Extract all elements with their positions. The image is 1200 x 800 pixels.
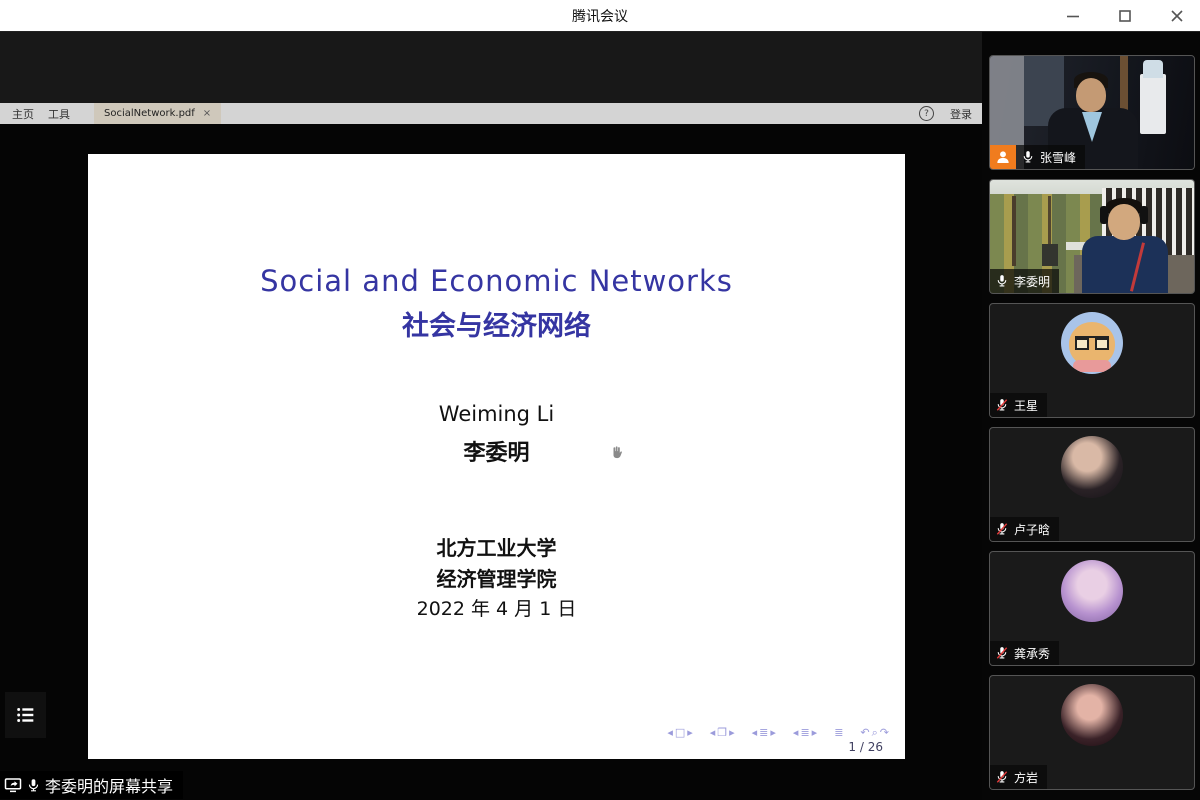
mic-on-icon — [995, 274, 1009, 288]
outline-toggle-button[interactable] — [5, 692, 46, 738]
avatar — [1061, 436, 1123, 498]
slide-author-zh: 李委明 — [88, 435, 905, 467]
participant-tile[interactable]: 张雪峰 — [989, 55, 1195, 170]
minimize-button[interactable] — [1060, 3, 1086, 29]
login-button[interactable]: 登录 — [950, 106, 972, 122]
avatar — [1061, 684, 1123, 746]
hand-cursor-icon — [610, 444, 624, 464]
tab-close-icon[interactable]: × — [203, 108, 211, 119]
list-icon — [15, 704, 37, 726]
nav-section-icons[interactable]: ◂≣▸ — [752, 726, 778, 740]
participant-namebar: 方岩 — [990, 765, 1047, 789]
participant-name: 李委明 — [1014, 273, 1050, 290]
participant-namebar: 王星 — [990, 393, 1047, 417]
pdf-menu: 主页 工具 — [0, 106, 82, 122]
slide-affiliation-university: 北方工业大学 — [88, 532, 905, 561]
participant-namebar: 张雪峰 — [990, 145, 1085, 169]
window-title: 腾讯会议 — [572, 6, 628, 26]
nav-back-search-forward-icons[interactable]: ↶⌕↷ — [860, 726, 891, 740]
window-titlebar: 腾讯会议 — [0, 0, 1200, 32]
participant-namebar: 卢子晗 — [990, 517, 1059, 541]
nav-doc-icon[interactable]: ≣ — [834, 726, 845, 740]
participant-name: 方岩 — [1014, 769, 1038, 786]
beamer-navigation[interactable]: ◂□▸ ◂❐▸ ◂≣▸ ◂≣▸ ≣ ↶⌕↷ — [667, 726, 891, 740]
close-button[interactable] — [1164, 3, 1190, 29]
shared-screen-top-strip — [0, 32, 982, 103]
person-icon — [995, 149, 1011, 165]
participant-name: 卢子晗 — [1014, 521, 1050, 538]
mic-muted-icon — [995, 398, 1009, 412]
participant-tile[interactable]: 方岩 — [989, 675, 1195, 790]
participants-panel: 张雪峰 李委明 — [982, 32, 1200, 800]
mic-muted-icon — [995, 522, 1009, 536]
sharing-presenter-badge — [990, 145, 1016, 169]
participant-namebar: 李委明 — [990, 269, 1059, 293]
pdf-tabbar: 主页 工具 SocialNetwork.pdf × ? 登录 — [0, 103, 982, 124]
participant-namebar: 龚承秀 — [990, 641, 1059, 665]
participant-name: 龚承秀 — [1014, 645, 1050, 662]
screen-share-banner: 李委明的屏幕共享 — [0, 771, 183, 799]
page-indicator: 1 / 26 — [848, 740, 883, 754]
menu-item-home[interactable]: 主页 — [12, 106, 34, 122]
avatar — [1061, 312, 1123, 374]
nav-overlay-icons[interactable]: ◂❐▸ — [710, 726, 737, 740]
slide-affiliation-school: 经济管理学院 — [88, 563, 905, 592]
maximize-button[interactable] — [1112, 3, 1138, 29]
mic-muted-icon — [995, 646, 1009, 660]
slide-title-zh: 社会与经济网络 — [88, 304, 905, 343]
window-controls — [1060, 0, 1190, 32]
participant-tile[interactable]: 龚承秀 — [989, 551, 1195, 666]
slide-page: Social and Economic Networks 社会与经济网络 Wei… — [88, 154, 905, 759]
nav-frame-icons[interactable]: ◂□▸ — [667, 726, 694, 740]
participant-name: 王星 — [1014, 397, 1038, 414]
nav-subsection-icons[interactable]: ◂≣▸ — [793, 726, 819, 740]
mic-icon — [26, 778, 41, 793]
slide-title-en: Social and Economic Networks — [88, 264, 905, 298]
slide-author-en: Weiming Li — [88, 402, 905, 426]
mic-on-icon — [1021, 150, 1035, 164]
meeting-main: 主页 工具 SocialNetwork.pdf × ? 登录 Social an… — [0, 32, 1200, 800]
participant-tile[interactable]: 卢子晗 — [989, 427, 1195, 542]
slide-date: 2022 年 4 月 1 日 — [88, 594, 905, 621]
help-icon[interactable]: ? — [919, 106, 934, 121]
pdf-document-tab[interactable]: SocialNetwork.pdf × — [94, 103, 221, 124]
mic-muted-icon — [995, 770, 1009, 784]
participant-tile[interactable]: 王星 — [989, 303, 1195, 418]
participant-name: 张雪峰 — [1040, 149, 1076, 166]
pdf-tab-label: SocialNetwork.pdf — [104, 108, 195, 119]
screen-share-icon — [4, 776, 22, 794]
menu-item-tools[interactable]: 工具 — [48, 106, 70, 122]
pdf-tabbar-right: ? 登录 — [919, 106, 982, 122]
participant-tile[interactable]: 李委明 — [989, 179, 1195, 294]
shared-screen-area: 主页 工具 SocialNetwork.pdf × ? 登录 Social an… — [0, 32, 982, 800]
avatar — [1061, 560, 1123, 622]
screen-share-label: 李委明的屏幕共享 — [45, 773, 173, 797]
pdf-viewport: Social and Economic Networks 社会与经济网络 Wei… — [0, 124, 982, 800]
